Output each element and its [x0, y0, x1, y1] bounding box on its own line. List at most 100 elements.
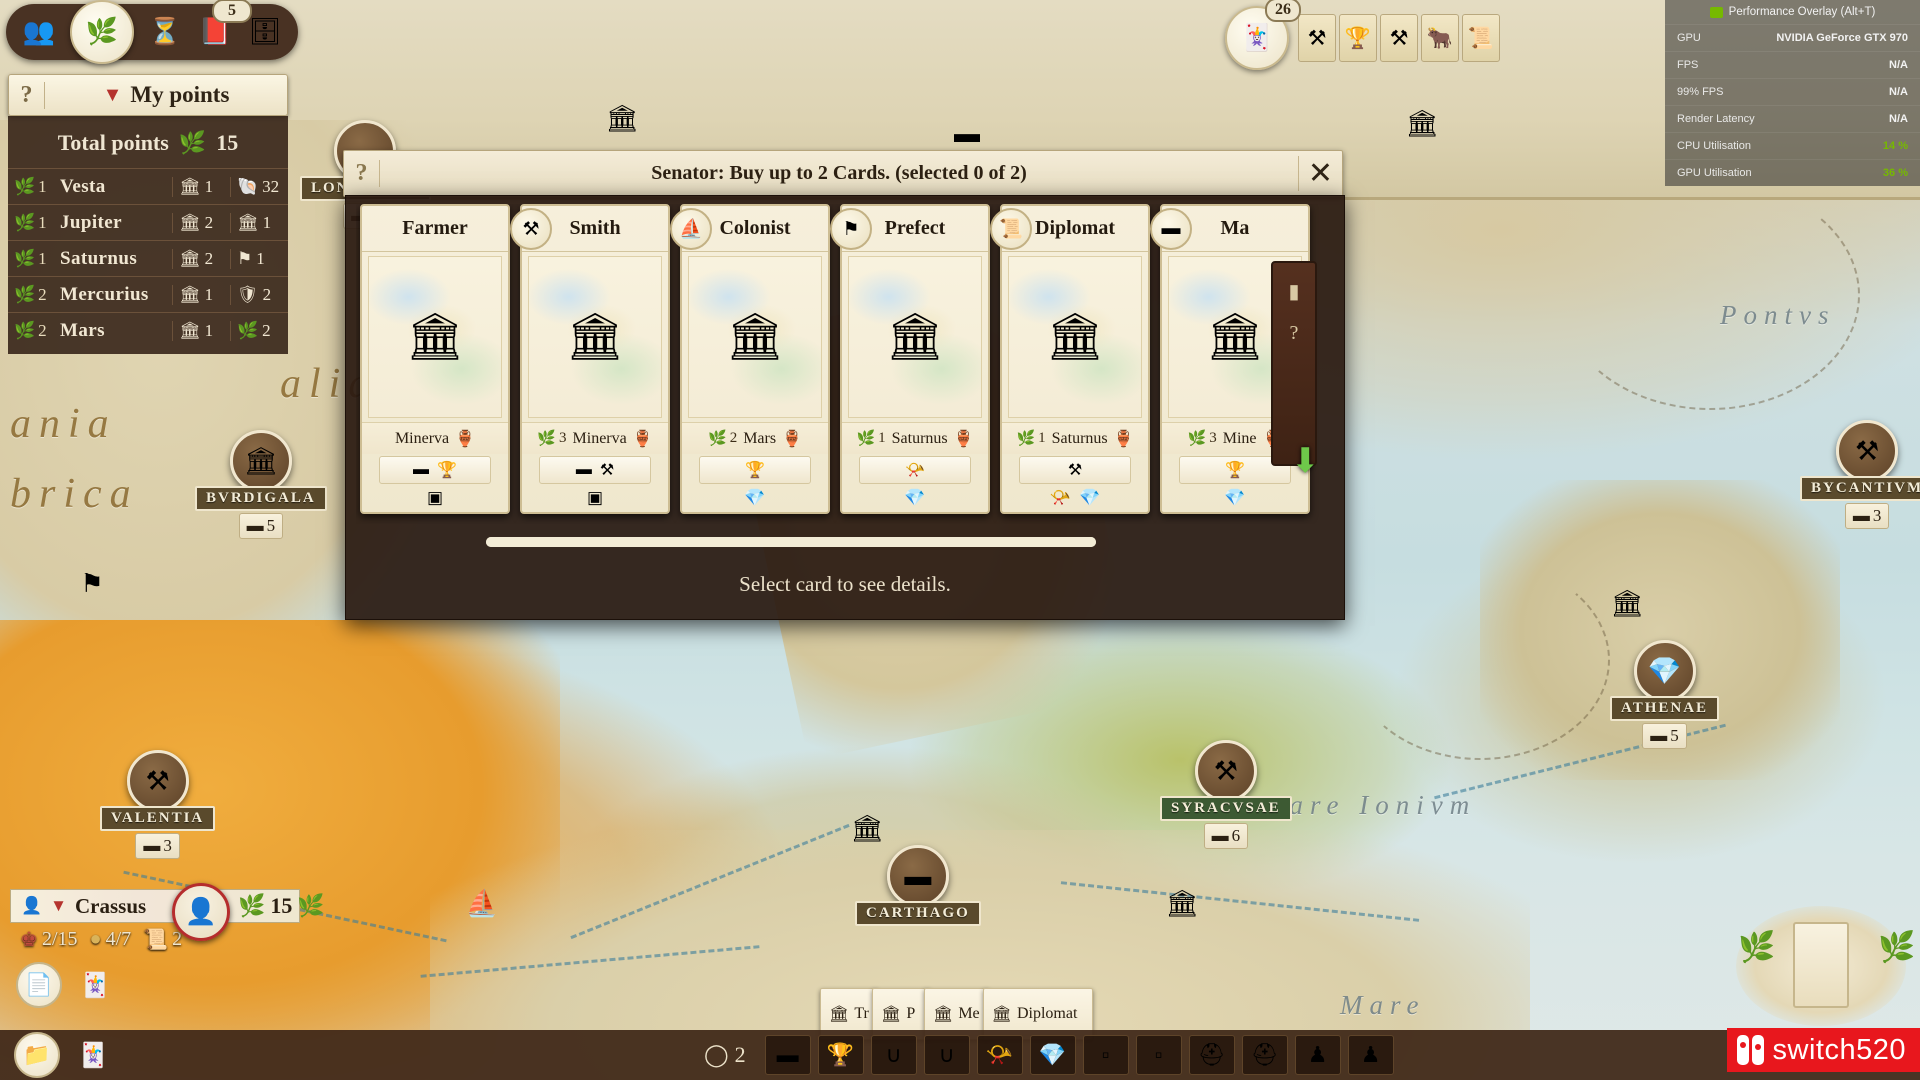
city-carthago[interactable]: ▬ CARTHAGO	[855, 845, 981, 926]
city-bycantivm[interactable]: ⚒ BYCANTIVM ▬ 3	[1800, 420, 1920, 529]
empty-slot[interactable]: ▫	[1135, 1035, 1182, 1075]
archive-icon[interactable]: 🗄	[242, 9, 288, 55]
card-list-scrollbar[interactable]	[486, 537, 1096, 547]
top-resource-slots[interactable]: ⚒ 🏆 ⚒ 🐂 📜	[1298, 14, 1500, 62]
deity-name: Saturnus	[1051, 429, 1108, 447]
card-farmer[interactable]: Farmer 🏛 Minerva 🏺 ▬ 🏆 ▣	[360, 204, 510, 514]
anvil-resource-slot[interactable]: ⚒	[1380, 14, 1418, 62]
laurel-icon: 🌿	[14, 320, 36, 340]
chalice-slot[interactable]: ∪	[923, 1035, 970, 1075]
city-athenae[interactable]: 💎 ATHENAE ▬ 5	[1610, 640, 1720, 749]
card-name: Diplomat	[1035, 217, 1115, 239]
brick-slot[interactable]: ▬	[764, 1035, 811, 1075]
performance-rows: GPU NVIDIA GeForce GTX 970 FPS N/A 99% FPS N/…	[1665, 24, 1920, 186]
player-score: 🌿 15 🌿	[238, 893, 325, 919]
scrollbar-thumb[interactable]	[486, 537, 1096, 547]
laurel-icon: 🌿	[708, 431, 727, 447]
card-smith[interactable]: ⚒ Smith 🏛 🌿 3 Minerva 🏺 ▬ ⚒ ▣	[510, 204, 670, 514]
empty-slot[interactable]: ▫	[1082, 1035, 1129, 1075]
deck-icon[interactable]: 🃏 26	[1225, 0, 1301, 70]
temple-tile-marker[interactable]: 🏛	[600, 95, 644, 143]
hourglass-icon[interactable]: ⏳	[142, 9, 188, 55]
hand-card-label: P	[906, 1005, 916, 1022]
map-brick-icon: 🏛	[885, 311, 945, 362]
trophy-icon: 🏆	[745, 462, 765, 479]
draw-pile-icon[interactable]: 📄	[16, 962, 62, 1008]
avatar[interactable]: 👤	[172, 883, 230, 941]
performance-value: 36 %	[1882, 167, 1908, 179]
ship-tile-marker[interactable]: ⛵	[460, 880, 504, 928]
points-value: 🌿 2	[14, 320, 47, 340]
dialog-side-panel[interactable]: ▮ ?	[1271, 261, 1317, 466]
city-valentia[interactable]: ⚒ VALENTIA ▬ 3	[100, 750, 216, 859]
player-decks[interactable]: 📄 🃏	[10, 956, 300, 1008]
temple-tile-marker[interactable]: 🏛	[1605, 580, 1649, 628]
brick-icon: ▬	[413, 461, 430, 478]
bottom-resource-bar[interactable]: 📁 🃏 ◯ 2 ▬ 🏆 ∪ ∪ 📯 💎 ▫ ▫ ⛑ ⛑ ♟ ♟	[0, 1030, 1920, 1080]
figure-slot[interactable]: ♟	[1347, 1035, 1394, 1075]
figure-slot[interactable]: ♟	[1294, 1035, 1341, 1075]
player-panel: 👤 ▼ Crassus ♚ 2/15 ● 4/7 📜 2 👤 🌿 15 🌿 📄 …	[10, 883, 325, 1008]
top-right-resource-bar[interactable]: 🃏 26 ⚒ 🏆 ⚒ 🐂 📜	[1221, 0, 1500, 70]
laurel-icon: 🌿	[1016, 431, 1036, 447]
compass-resource-slot[interactable]: ⚒	[1298, 14, 1336, 62]
played-cards-icon[interactable]: 🃏	[70, 1032, 116, 1078]
performance-value: N/A	[1889, 86, 1908, 98]
points-value: 🌿 2	[14, 284, 47, 304]
hand-pile-icon[interactable]: 🃏	[72, 962, 118, 1008]
trophy-slot[interactable]: 🏆	[817, 1035, 864, 1075]
help-icon[interactable]: ?	[344, 160, 380, 187]
helmet-slot[interactable]: ⛑	[1241, 1035, 1288, 1075]
banner-tile-marker[interactable]: ⚑	[70, 560, 114, 608]
points-row[interactable]: 🌿 2 Mars 🏛 1 🌿 2	[8, 312, 288, 348]
players-icon[interactable]: 👥	[16, 9, 62, 55]
stat-one: 🏛 2	[172, 212, 224, 233]
city-bvrdigala[interactable]: 🏛 BVRDIGALA ▬ 5	[195, 430, 327, 539]
help-icon[interactable]: ?	[9, 81, 45, 109]
temple-tile-marker[interactable]: 🏛	[1400, 100, 1444, 148]
city-syracvsae[interactable]: ⚒ SYRACVSAE ▬ 6	[1160, 740, 1292, 849]
bottom-slot-list[interactable]: ▬ 🏆 ∪ ∪ 📯 💎 ▫ ▫ ⛑ ⛑ ♟ ♟	[764, 1035, 1394, 1075]
laurel-icon: 🌿	[1738, 931, 1776, 964]
points-row[interactable]: 🌿 1 Jupiter 🏛 2 🏛 1	[8, 204, 288, 240]
book-icon[interactable]: 📕 5	[192, 0, 252, 55]
card-diplomat[interactable]: 📜 Diplomat 🏛 🌿 1 Saturnus 🏺 ⚒ 📯 💎	[990, 204, 1150, 514]
card-footer: 🏆 💎	[682, 454, 828, 512]
points-row[interactable]: 🌿 2 Mercurius 🏛 1 🛡 2	[8, 276, 288, 312]
watermark: switch520	[1726, 1028, 1920, 1072]
city-resources: ▬ 6	[1203, 823, 1249, 849]
bottom-left-decks[interactable]: 📁 🃏	[14, 1032, 116, 1078]
performance-row: 99% FPS N/A	[1665, 78, 1920, 105]
trophy-resource-slot[interactable]: 🏆	[1339, 14, 1377, 62]
ox-resource-slot[interactable]: 🐂	[1421, 14, 1459, 62]
performance-label: CPU Utilisation	[1677, 140, 1751, 152]
stone-count-value: 2	[734, 1042, 746, 1067]
help-icon[interactable]: ?	[1290, 322, 1299, 345]
god-name: Jupiter	[60, 211, 122, 233]
next-arrow-icon[interactable]: ⬇	[1291, 441, 1320, 481]
gem-slot[interactable]: 💎	[1029, 1035, 1076, 1075]
end-turn-ornament[interactable]: 🌿 🌿	[1736, 906, 1915, 1026]
helmet-slot[interactable]: ⛑	[1188, 1035, 1235, 1075]
points-row[interactable]: 🌿 1 Saturnus 🏛 2 ⚑ 1	[8, 240, 288, 276]
top-left-toolbar[interactable]: 👥 🌿 ⏳ 📕 5 🗄	[6, 0, 298, 64]
laurel-icon[interactable]: 🌿	[70, 0, 134, 64]
close-icon[interactable]: ✕	[1298, 156, 1342, 191]
end-turn-button[interactable]	[1793, 922, 1849, 1008]
points-row[interactable]: 🌿 1 Vesta 🏛 1 🐚 32	[8, 168, 288, 204]
scroll-resource-slot[interactable]: 📜	[1462, 14, 1500, 62]
card-colonist[interactable]: ⛵ Colonist 🏛 🌿 2 Mars 🏺 🏆 💎	[670, 204, 830, 514]
card-prefect[interactable]: ⚑ Prefect 🏛 🌿 1 Saturnus 🏺 📯 💎	[830, 204, 990, 514]
card-mini-icon: 🏛	[991, 1006, 1012, 1023]
cube-icon: ▣	[586, 488, 604, 507]
discard-pile-icon[interactable]: 📁	[14, 1032, 60, 1078]
card-list[interactable]: Farmer 🏛 Minerva 🏺 ▬ 🏆 ▣ ⚒ Smith 🏛 🌿 3 Minerva 🏺 ▬ ⚒ ▣ ⛵ C…	[356, 204, 1336, 524]
game-screen: PontvsMare IonivmMare aniaaliabrica 🏛▬▲🏛…	[0, 0, 1920, 1080]
dialog-hint: Select card to see details.	[739, 572, 951, 596]
stat-one: 🏛 1	[172, 284, 224, 305]
card-name: Smith	[569, 217, 621, 239]
bottom-slots[interactable]: ◯ 2 ▬ 🏆 ∪ ∪ 📯 💎 ▫ ▫ ⛑ ⛑ ♟ ♟	[684, 1035, 1394, 1075]
horn-slot[interactable]: 📯	[976, 1035, 1023, 1075]
chalice-slot[interactable]: ∪	[870, 1035, 917, 1075]
temple-tile-marker[interactable]: 🏛	[1160, 880, 1204, 928]
